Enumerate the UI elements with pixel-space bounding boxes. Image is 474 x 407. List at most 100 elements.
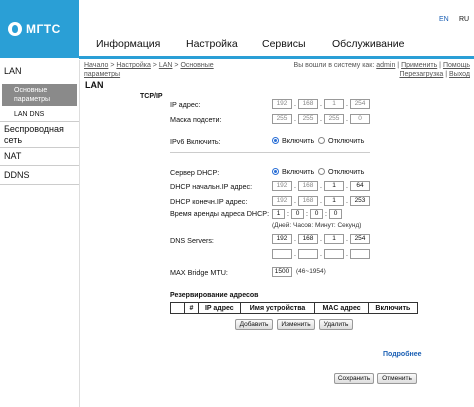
dhcp-end-label: DHCP конечн.IP адрес: [170, 197, 248, 206]
lease-field: 1: 0: 0: 0 [272, 209, 342, 219]
dns1-octet[interactable]: 168 [298, 234, 318, 244]
nav-services[interactable]: Сервисы [262, 38, 306, 50]
radio-label: Отключить [328, 136, 365, 145]
breadcrumb-sep: > [150, 62, 159, 69]
radio-label: Включить [282, 136, 315, 145]
breadcrumb: Начало > Настройка > LAN > Основные пара… [84, 61, 214, 79]
lease-days[interactable]: 1 [272, 209, 285, 219]
dns1-octet[interactable]: 1 [324, 234, 344, 244]
ip-octet[interactable]: 1 [324, 99, 344, 109]
dhcp-on-radio[interactable]: Включить [272, 167, 314, 176]
dns1-octet[interactable]: 254 [350, 234, 370, 244]
dhcp-start-octet[interactable]: 192 [272, 181, 292, 191]
lease-hours[interactable]: 0 [291, 209, 304, 219]
dhcp-end-octet[interactable]: 1 [324, 196, 344, 206]
lease-minutes[interactable]: 0 [310, 209, 323, 219]
ipv6-off-radio[interactable]: Отключить [318, 136, 364, 145]
dns2-octet[interactable] [350, 249, 370, 259]
mask-octet[interactable]: 0 [350, 114, 370, 124]
lease-label: Время аренды адреса DHCP: [170, 209, 270, 218]
ipv6-label: IPv6 Включить: [170, 137, 221, 146]
mask-field: 255. 255. 255. 0 [272, 114, 370, 124]
sidebar-divider [79, 60, 80, 407]
column-mac: MAC адрес [314, 302, 369, 314]
help-link[interactable]: Помощь [443, 62, 470, 69]
dns2-octet[interactable] [324, 249, 344, 259]
breadcrumb-basic[interactable]: Основные [180, 62, 213, 69]
dhcp-end-octet[interactable]: 168 [298, 196, 318, 206]
ip-field: 192. 168. 1. 254 [272, 99, 370, 109]
dns1-octet[interactable]: 192 [272, 234, 292, 244]
mtu-label: MAX Bridge MTU: [170, 268, 228, 277]
breadcrumb-home[interactable]: Начало [84, 62, 108, 69]
lease-seconds[interactable]: 0 [329, 209, 342, 219]
column-device: Имя устройства [239, 302, 316, 314]
sidebar-item-lan[interactable]: LAN [0, 66, 79, 76]
sidebar-divider-line [0, 147, 79, 148]
sidebar-divider-line [0, 165, 79, 166]
sidebar-item-nat[interactable]: NAT [0, 151, 79, 161]
more-link[interactable]: Подробнее [383, 351, 422, 358]
lang-ru-link[interactable]: RU [459, 16, 469, 23]
dhcp-start-octet[interactable]: 168 [298, 181, 318, 191]
dhcp-start-octet[interactable]: 1 [324, 181, 344, 191]
sidebar-item-ddns[interactable]: DDNS [0, 170, 79, 180]
dhcp-end-octet[interactable]: 192 [272, 196, 292, 206]
dhcp-end-octet[interactable]: 253 [350, 196, 370, 206]
nav-maintenance[interactable]: Обслуживание [332, 38, 405, 50]
breadcrumb-settings[interactable]: Настройка [116, 62, 150, 69]
sidebar-item-lan-dns[interactable]: LAN DNS [14, 111, 44, 118]
ipv6-on-radio[interactable]: Включить [272, 136, 314, 145]
column-enable: Включить [367, 302, 419, 314]
egg-logo-inner [12, 25, 18, 33]
mtu-range-note: (46~1954) [296, 268, 326, 275]
dhcp-start-label: DHCP начальн.IP адрес: [170, 182, 253, 191]
breadcrumb-lan[interactable]: LAN [159, 62, 173, 69]
reboot-link[interactable]: Перезагрузка [399, 71, 443, 78]
lang-en-link[interactable]: EN [439, 16, 449, 23]
nav-info[interactable]: Информация [96, 38, 160, 50]
lease-note: (Дней: Часов: Минут: Секунд) [272, 222, 362, 229]
radio-checked-icon[interactable] [272, 168, 279, 175]
mask-octet[interactable]: 255 [298, 114, 318, 124]
add-button[interactable]: Добавить [235, 319, 273, 330]
user-link[interactable]: admin [376, 62, 395, 69]
page-title: LAN [85, 80, 104, 90]
radio-unchecked-icon[interactable] [318, 137, 325, 144]
reservation-table: # IP адрес Имя устройства MAC адрес Вклю… [170, 302, 419, 314]
sidebar-divider-line [0, 121, 79, 122]
delete-button[interactable]: Удалить [319, 319, 353, 330]
breadcrumb-basic-line2[interactable]: параметры [84, 71, 120, 78]
ip-octet[interactable]: 168 [298, 99, 318, 109]
nav-settings[interactable]: Настройка [186, 38, 238, 50]
edit-button[interactable]: Изменить [277, 319, 315, 330]
sidebar-item-lan-basic[interactable]: Основные параметры [2, 84, 77, 106]
ip-octet[interactable]: 192 [272, 99, 292, 109]
dns1-field: 192. 168. 1. 254 [272, 234, 370, 244]
mask-octet[interactable]: 255 [272, 114, 292, 124]
apply-link[interactable]: Применить [401, 62, 437, 69]
mask-octet[interactable]: 255 [324, 114, 344, 124]
sidebar-item-wireless[interactable]: Беспроводная сеть [0, 124, 79, 146]
ip-octet[interactable]: 254 [350, 99, 370, 109]
dns2-octet[interactable] [298, 249, 318, 259]
section-divider [170, 152, 370, 153]
dhcp-label: Сервер DHCP: [170, 168, 220, 177]
cancel-button[interactable]: Отменить [377, 373, 417, 384]
radio-label: Включить [282, 167, 315, 176]
radio-checked-icon[interactable] [272, 137, 279, 144]
mask-label: Маска подсети: [170, 115, 222, 124]
dhcp-off-radio[interactable]: Отключить [318, 167, 364, 176]
column-select [170, 302, 185, 314]
dns2-octet[interactable] [272, 249, 292, 259]
radio-unchecked-icon[interactable] [318, 168, 325, 175]
mtu-input[interactable]: 1500 [272, 267, 292, 277]
logout-link[interactable]: Выход [449, 71, 470, 78]
main-nav: Информация Настройка Сервисы Обслуживани… [79, 36, 474, 54]
dns-label: DNS Servers: [170, 236, 214, 245]
save-button[interactable]: Сохранить [334, 373, 374, 384]
section-title: TCP/IP [140, 93, 163, 100]
dhcp-start-octet[interactable]: 64 [350, 181, 370, 191]
column-ip: IP адрес [198, 302, 241, 314]
radio-label: Отключить [328, 167, 365, 176]
